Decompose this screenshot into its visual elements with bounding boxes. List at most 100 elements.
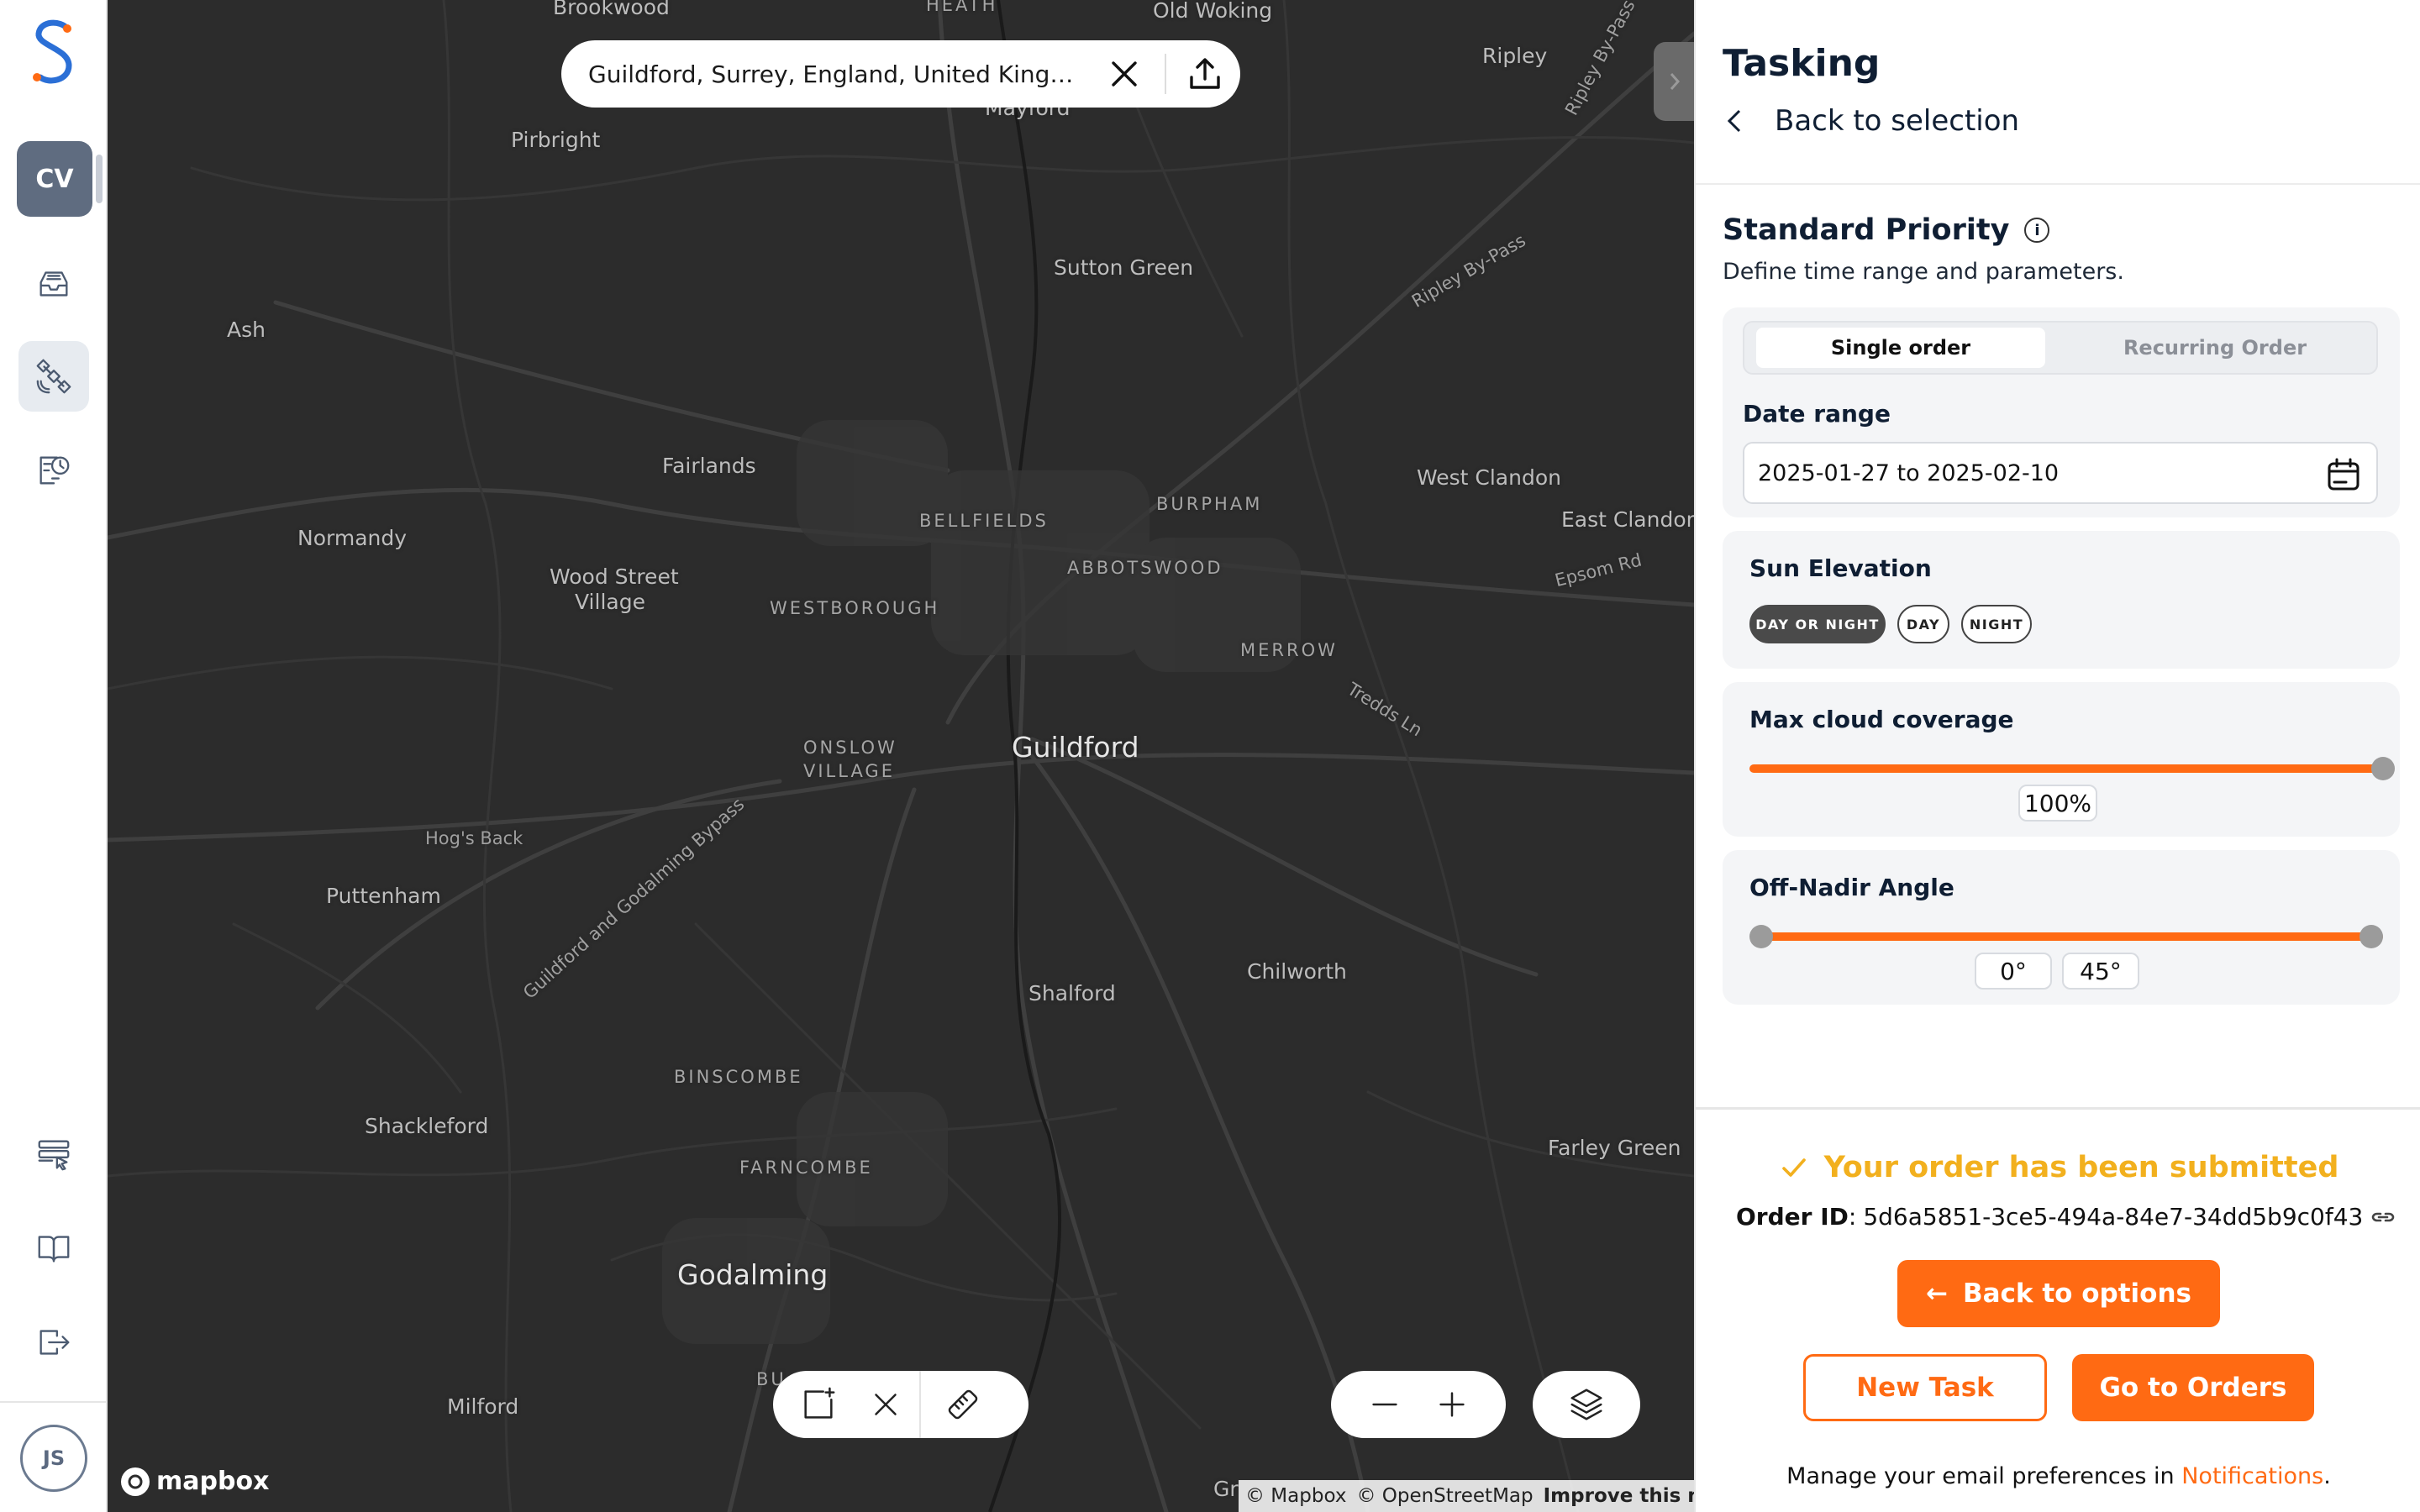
- map-label: BURPHAM: [1156, 494, 1263, 514]
- tasking-panel: Tasking Back to selection Standard Prior…: [1694, 0, 2420, 1512]
- mapbox-wordmark: mapbox: [156, 1467, 270, 1496]
- notifications-link[interactable]: Notifications: [2181, 1463, 2323, 1489]
- clear-search-button[interactable]: [1104, 54, 1144, 94]
- map-label: ONSLOW: [803, 738, 897, 758]
- map-label: Shackleford: [365, 1114, 489, 1138]
- page-title: Tasking: [1723, 42, 1881, 85]
- sidebar-item-monitoring[interactable]: [18, 435, 89, 506]
- nadir-min-handle[interactable]: [1749, 925, 1773, 948]
- nadir-min-value: 0°: [1975, 953, 2052, 990]
- draw-toolbar: [773, 1371, 1028, 1438]
- draw-polygon-button[interactable]: [785, 1371, 852, 1438]
- upload-icon: [1190, 58, 1220, 89]
- clock-report-icon: [39, 456, 70, 485]
- layers-toggle[interactable]: [1553, 1371, 1620, 1438]
- map-label: FARNCOMBE: [739, 1158, 873, 1178]
- search-input[interactable]: Guildford, Surrey, England, United Kingd…: [588, 60, 1076, 88]
- clear-drawing-button[interactable]: [852, 1371, 919, 1438]
- mapbox-logo[interactable]: mapbox: [121, 1467, 269, 1496]
- logout-icon: [39, 1330, 70, 1355]
- location-search[interactable]: Guildford, Surrey, England, United Kingd…: [561, 40, 1240, 108]
- map-label: BELLFIELDS: [919, 511, 1049, 531]
- workspace-initials: CV: [35, 164, 74, 194]
- map-label: Pirbright: [511, 128, 601, 152]
- email-preferences-note: Manage your email preferences in Notific…: [1696, 1463, 2420, 1489]
- map-label: Chilworth: [1247, 959, 1347, 984]
- zoom-in-button[interactable]: [1418, 1371, 1486, 1438]
- measure-button[interactable]: [929, 1371, 997, 1438]
- book-icon: [38, 1236, 70, 1263]
- toolbar-divider: [919, 1371, 921, 1438]
- map-label: HEATH: [926, 0, 998, 15]
- date-range-field[interactable]: 2025-01-27 to 2025-02-10: [1743, 442, 2378, 504]
- chevron-right-icon: [1670, 73, 1681, 90]
- cloud-coverage-value: 100%: [2018, 785, 2097, 822]
- cloud-slider-track[interactable]: [1749, 764, 2383, 773]
- map-canvas[interactable]: Brookwood HEATH Old Woking Ripley Mayfor…: [108, 0, 1694, 1512]
- chevron-left-icon: [1727, 109, 1741, 133]
- sidebar-item-docs[interactable]: [18, 1213, 89, 1284]
- improve-map-link[interactable]: Improve this map: [1544, 1485, 1694, 1507]
- priority-subtitle: Define time range and parameters.: [1723, 259, 2124, 285]
- search-divider: [1165, 54, 1166, 94]
- panel-divider: [1696, 183, 2420, 185]
- sidebar-item-tasking[interactable]: [18, 341, 89, 412]
- back-to-selection-link[interactable]: Back to selection: [1723, 104, 2019, 138]
- map-roads: [108, 0, 1694, 1512]
- order-type-toggle: Single order Recurring Order: [1743, 321, 2378, 375]
- cloud-coverage-label: Max cloud coverage: [1749, 706, 2014, 733]
- chip-night[interactable]: NIGHT: [1961, 605, 2032, 643]
- email-pref-text: Manage your email preferences in: [1786, 1463, 2182, 1489]
- order-id-value: 5d6a5851-3ce5-494a-84e7-34dd5b9c0f43: [1863, 1203, 2364, 1231]
- nadir-slider-track[interactable]: [1761, 932, 2383, 941]
- mapbox-attribution-link[interactable]: © Mapbox: [1245, 1485, 1346, 1507]
- link-icon[interactable]: [2370, 1204, 2396, 1231]
- close-icon: [875, 1394, 897, 1415]
- add-area-icon: [804, 1387, 835, 1419]
- map-label: ABBOTSWOOD: [1067, 558, 1223, 578]
- map-label: Ripley: [1482, 44, 1548, 68]
- map-attribution: © Mapbox © OpenStreetMap Improve this ma…: [1239, 1480, 1694, 1512]
- upload-button[interactable]: [1181, 50, 1228, 97]
- user-initials: JS: [42, 1446, 66, 1470]
- map-label: Normandy: [297, 526, 408, 550]
- info-icon[interactable]: i: [2024, 218, 2050, 243]
- zoom-controls: [1331, 1371, 1506, 1438]
- order-id-label: Order ID: [1736, 1203, 1849, 1231]
- nadir-max-handle[interactable]: [2360, 925, 2383, 948]
- new-task-button[interactable]: New Task: [1803, 1354, 2047, 1421]
- map-label: WESTBOROUGH: [770, 598, 940, 618]
- email-pref-suffix: .: [2323, 1463, 2331, 1489]
- map-label: Fairlands: [662, 454, 756, 478]
- chip-day[interactable]: DAY: [1897, 605, 1949, 643]
- mapbox-icon: [121, 1467, 150, 1496]
- arrow-left-icon: ←: [1926, 1278, 1948, 1309]
- layers-icon: [1570, 1389, 1602, 1420]
- map-label: Ash: [227, 318, 266, 342]
- map-label: Sutton Green: [1054, 255, 1194, 280]
- sidebar-item-inbox[interactable]: [18, 249, 89, 319]
- recurring-order-tab[interactable]: Recurring Order: [2070, 328, 2360, 368]
- map-label: Guildford: [1012, 731, 1139, 764]
- workspace-switcher[interactable]: CV: [17, 141, 103, 217]
- layers-button[interactable]: [1533, 1371, 1640, 1438]
- map-label: Wood Street: [550, 564, 679, 589]
- app-logo[interactable]: [29, 17, 79, 92]
- map-label: West Clandon: [1417, 465, 1561, 490]
- single-order-tab[interactable]: Single order: [1756, 328, 2045, 368]
- back-to-options-button[interactable]: ← Back to options: [1897, 1260, 2220, 1327]
- sun-elevation-label: Sun Elevation: [1749, 554, 1932, 582]
- osm-attribution-link[interactable]: © OpenStreetMap: [1356, 1485, 1533, 1507]
- sidebar-item-logout[interactable]: [18, 1307, 89, 1378]
- sidebar-item-orders[interactable]: [18, 1119, 89, 1189]
- chip-day-or-night[interactable]: DAY OR NIGHT: [1749, 605, 1886, 643]
- user-avatar[interactable]: JS: [20, 1425, 87, 1492]
- calendar-icon[interactable]: [2326, 457, 2361, 492]
- cloud-slider-handle[interactable]: [2371, 757, 2395, 780]
- go-to-orders-button[interactable]: Go to Orders: [2072, 1354, 2314, 1421]
- map-label: Farley Green: [1548, 1136, 1681, 1160]
- submission-message: Your order has been submitted: [1823, 1151, 2339, 1184]
- zoom-out-button[interactable]: [1351, 1371, 1418, 1438]
- off-nadir-card: Off-Nadir Angle 0° 45°: [1723, 850, 2400, 1005]
- collapse-panel-tab[interactable]: [1654, 42, 1694, 121]
